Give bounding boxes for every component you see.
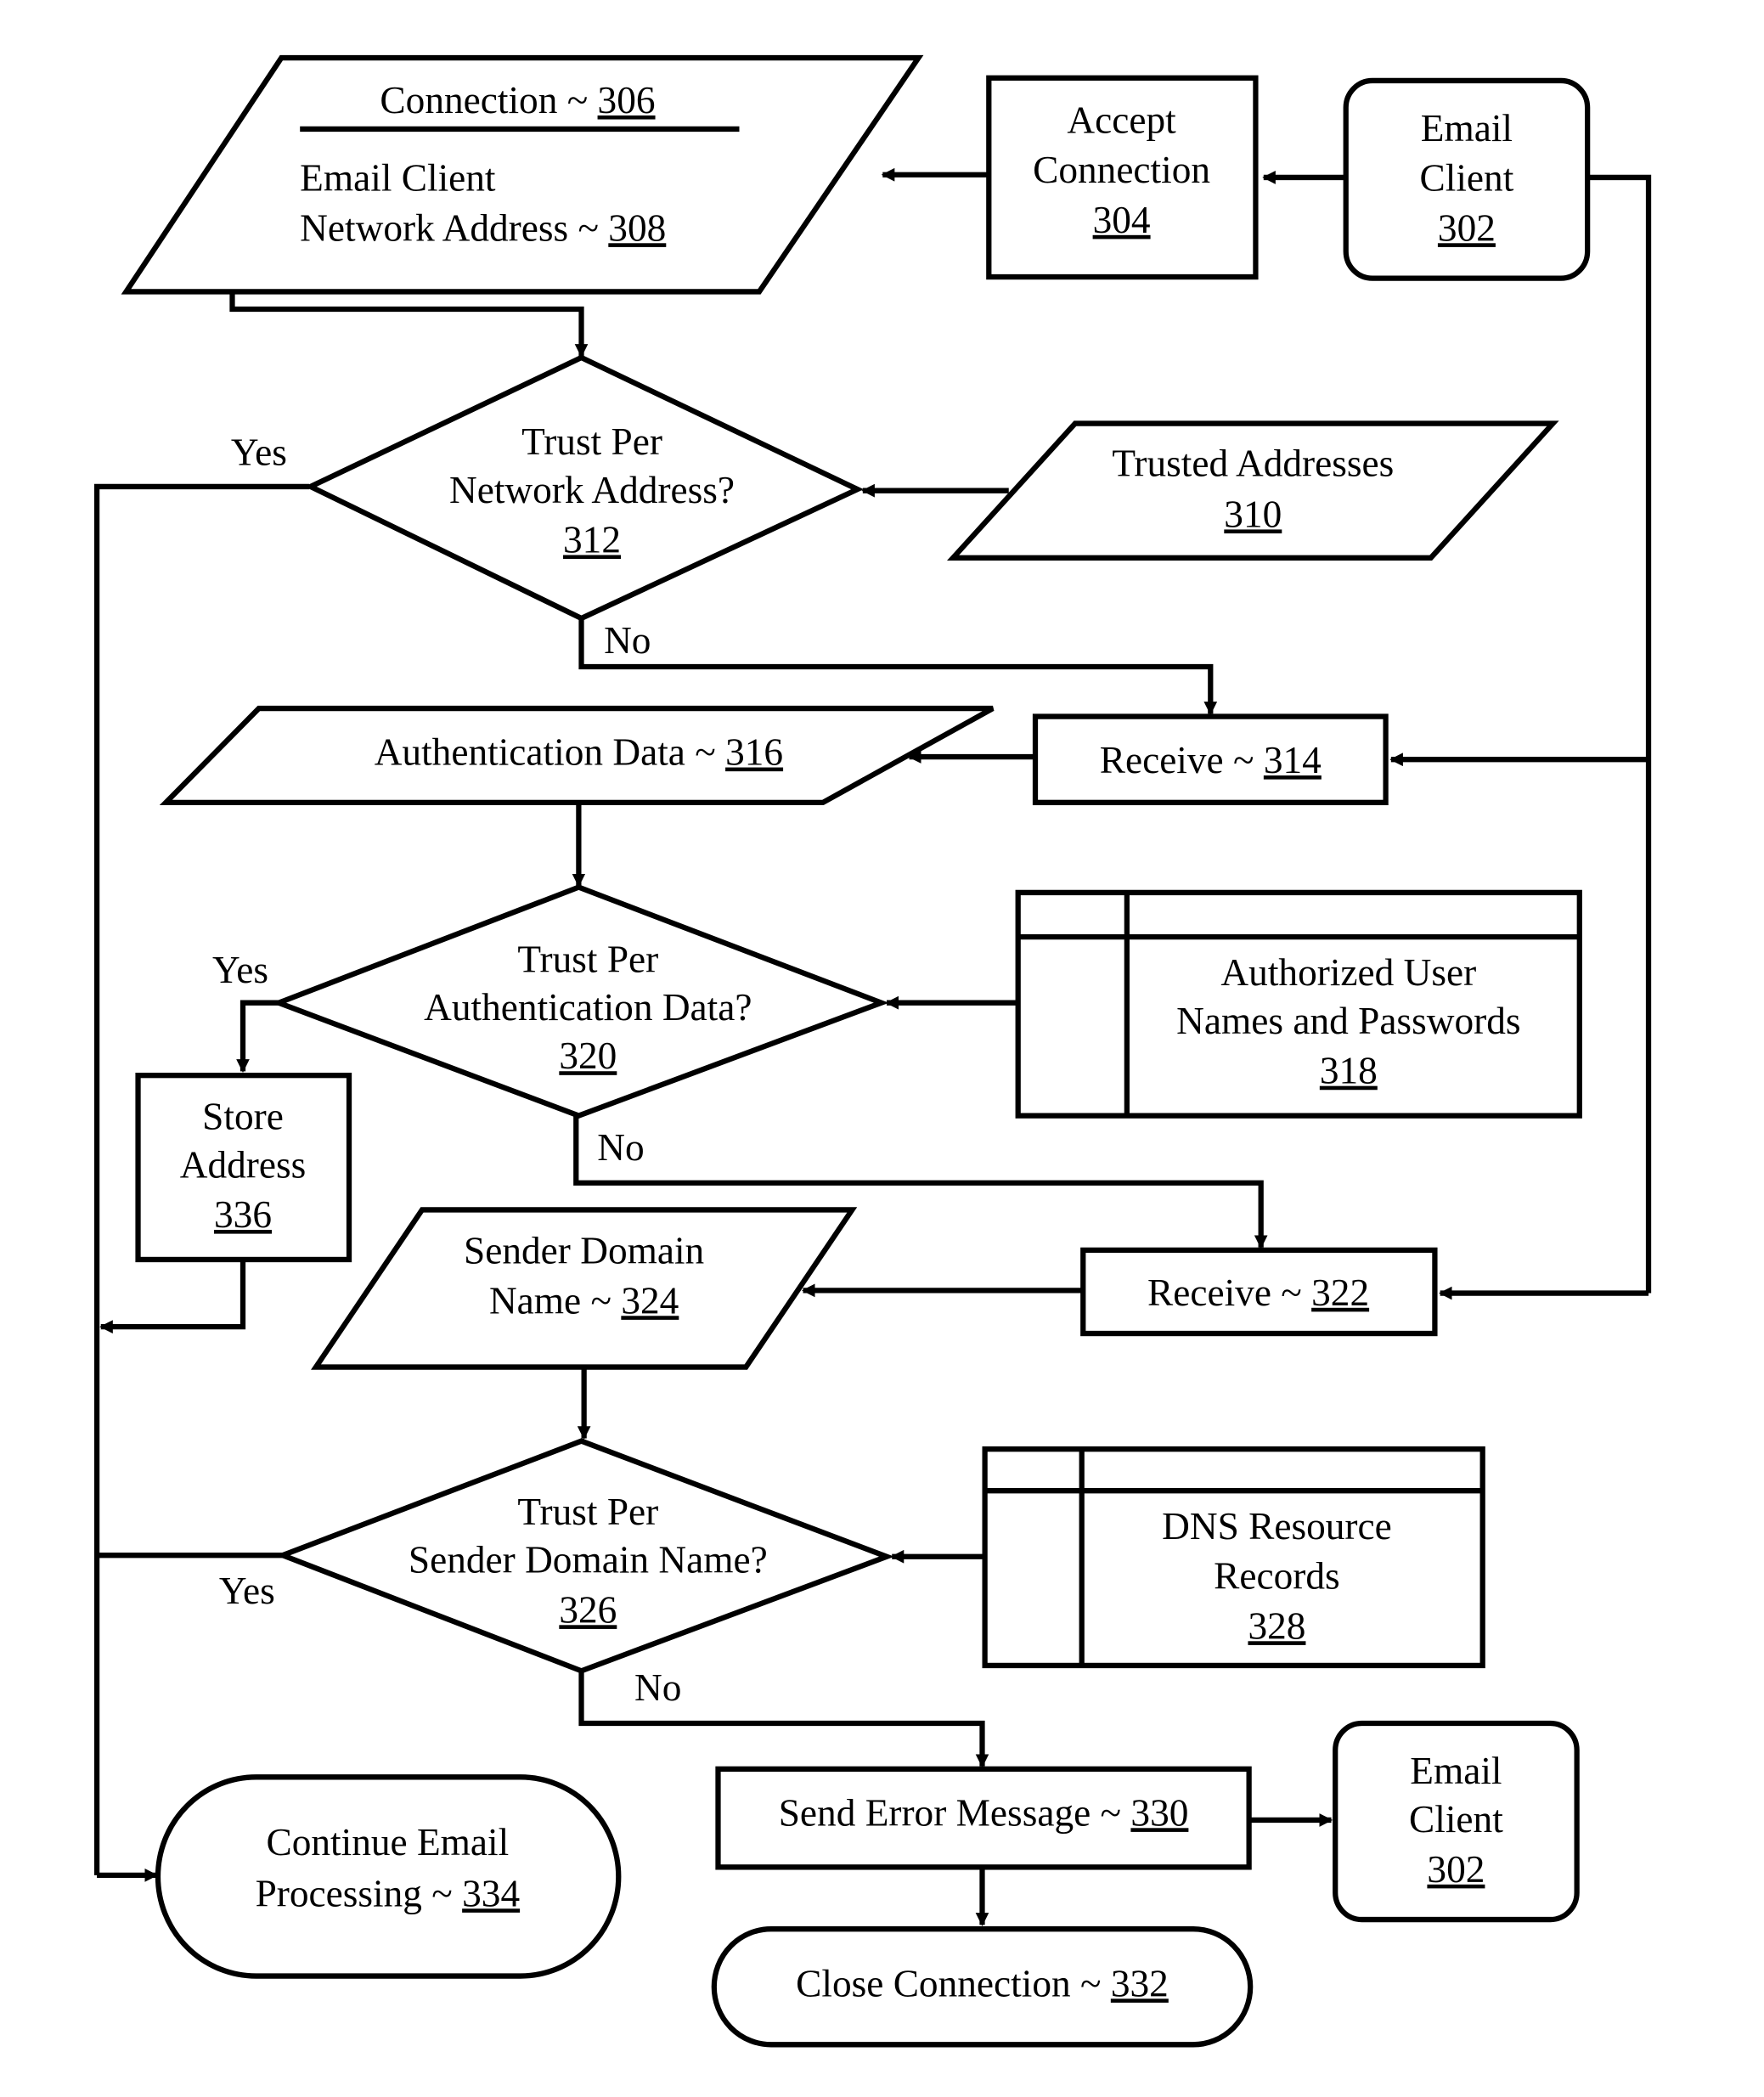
- decision-320-label-1: Trust Per: [517, 937, 658, 980]
- ref-320: 320: [559, 1034, 617, 1077]
- ref-322: 322: [1311, 1271, 1369, 1314]
- email-client-bottom-label-2: Client: [1409, 1797, 1503, 1841]
- receive-322-node[interactable]: Receive ~ 322: [1080, 1247, 1438, 1337]
- decision-312-label-1: Trust Per: [521, 420, 662, 463]
- authorized-users-label-2: Names and Passwords: [1176, 999, 1520, 1042]
- decision-trust-sender-domain[interactable]: Trust Per Sender Domain Name? 326: [275, 1438, 894, 1674]
- ref-312: 312: [563, 517, 621, 561]
- ref-318: 318: [1320, 1048, 1378, 1091]
- email-client-bottom-label-1: Email: [1410, 1749, 1502, 1792]
- email-client-top-node[interactable]: Email Client 302: [1343, 77, 1591, 281]
- ref-310: 310: [1224, 492, 1282, 535]
- svg-text:Receive ~ 314: Receive ~ 314: [1100, 738, 1322, 781]
- connection-data-node[interactable]: Connection ~ 306 Email Client Network Ad…: [121, 54, 924, 295]
- decision-320-label-2: Authentication Data?: [424, 985, 752, 1029]
- accept-label-2: Connection: [1033, 148, 1210, 191]
- ref-306: 306: [598, 78, 656, 121]
- svg-text:Receive ~ 322: Receive ~ 322: [1147, 1271, 1369, 1314]
- svg-text:Connection ~ 306: Connection ~ 306: [380, 78, 655, 121]
- ref-326: 326: [559, 1587, 617, 1631]
- receive-314-label: Receive ~: [1100, 738, 1264, 781]
- connection-title: Connection ~: [380, 78, 597, 121]
- store-address-label-2: Address: [180, 1142, 307, 1186]
- email-client-bottom-node[interactable]: Email Client 302: [1333, 1720, 1580, 1923]
- svg-text:Send Error Message ~ 330: Send Error Message ~ 330: [779, 1790, 1189, 1834]
- flowchart: Connection ~ 306 Email Client Network Ad…: [93, 54, 1652, 2048]
- ref-316: 316: [725, 730, 783, 773]
- continue-email-processing-terminal[interactable]: Continue Email Processing ~ 334: [155, 1774, 622, 1979]
- receive-322-label: Receive ~: [1147, 1271, 1311, 1314]
- email-client-label: Email Client: [300, 155, 496, 199]
- email-client-top-label-1: Email: [1421, 106, 1513, 149]
- ref-302-bottom: 302: [1427, 1847, 1485, 1891]
- decision-trust-network-address[interactable]: Trust Per Network Address? 312: [304, 354, 864, 622]
- authorized-users-label-1: Authorized User: [1220, 950, 1476, 994]
- ref-304: 304: [1093, 198, 1151, 241]
- arrow-312-no-to-314: [578, 618, 1218, 715]
- yes-label-320: Yes: [212, 948, 268, 991]
- no-label-312: No: [604, 618, 651, 662]
- ref-336: 336: [214, 1192, 272, 1236]
- dns-records-datastore[interactable]: DNS Resource Records 328: [982, 1446, 1485, 1669]
- svg-text:Processing ~ 334: Processing ~ 334: [256, 1871, 521, 1914]
- dns-records-label-1: DNS Resource: [1162, 1504, 1392, 1547]
- decision-trust-authentication-data[interactable]: Trust Per Authentication Data? 320: [271, 884, 889, 1119]
- svg-text:Close Connection ~ 332: Close Connection ~ 332: [796, 1961, 1169, 2004]
- ref-324: 324: [621, 1278, 679, 1322]
- no-label-326: No: [634, 1666, 681, 1709]
- trusted-addresses-label: Trusted Addresses: [1112, 441, 1394, 484]
- ref-334: 334: [462, 1871, 520, 1914]
- arrow-336-to-yes-bus: [99, 1259, 246, 1334]
- arrow-320-yes-to-336: [236, 1000, 279, 1073]
- store-address-node[interactable]: Store Address 336: [135, 1072, 352, 1263]
- decision-326-label-1: Trust Per: [517, 1490, 658, 1533]
- sender-domain-label-2: Name ~: [489, 1278, 621, 1322]
- sender-domain-label-1: Sender Domain: [464, 1228, 704, 1271]
- decision-326-label-2: Sender Domain Name?: [409, 1537, 768, 1581]
- send-error-message-node[interactable]: Send Error Message ~ 330: [715, 1766, 1252, 1870]
- email-client-top-label-2: Client: [1420, 155, 1514, 199]
- svg-text:Authentication Data ~ 316: Authentication Data ~ 316: [375, 730, 783, 773]
- continue-label-1: Continue Email: [266, 1820, 509, 1863]
- store-address-label-1: Store: [202, 1094, 284, 1137]
- ref-330: 330: [1130, 1790, 1188, 1834]
- close-connection-terminal[interactable]: Close Connection ~ 332: [711, 1925, 1254, 2048]
- dns-records-label-2: Records: [1214, 1553, 1340, 1597]
- receive-314-node[interactable]: Receive ~ 314: [1032, 713, 1389, 806]
- ref-328: 328: [1248, 1604, 1305, 1647]
- ref-314: 314: [1264, 738, 1322, 781]
- decision-312-label-2: Network Address?: [449, 468, 735, 511]
- network-address-label: Network Address ~: [300, 206, 608, 249]
- close-connection-label: Close Connection ~: [796, 1961, 1111, 2004]
- svg-text:Name ~ 324: Name ~ 324: [489, 1278, 679, 1322]
- accept-connection-node[interactable]: Accept Connection 304: [986, 75, 1259, 280]
- continue-label-2: Processing ~: [256, 1871, 463, 1914]
- auth-data-label: Authentication Data ~: [375, 730, 725, 773]
- ref-332: 332: [1111, 1961, 1169, 2004]
- ref-302-top: 302: [1438, 206, 1496, 249]
- svg-text:Network Address ~ 308: Network Address ~ 308: [300, 206, 666, 249]
- yes-label-312: Yes: [231, 430, 287, 473]
- yes-label-326: Yes: [219, 1569, 275, 1612]
- authentication-data-node[interactable]: Authentication Data ~ 316: [159, 705, 995, 806]
- authorized-users-datastore[interactable]: Authorized User Names and Passwords 318: [1015, 889, 1582, 1119]
- trusted-addresses-data-node[interactable]: Trusted Addresses 310: [946, 420, 1559, 561]
- svg-text:Email Client: Email Client: [300, 155, 496, 199]
- no-label-320: No: [597, 1125, 644, 1169]
- accept-label-1: Accept: [1067, 98, 1176, 141]
- ref-308: 308: [608, 206, 666, 249]
- send-error-label: Send Error Message ~: [779, 1790, 1131, 1834]
- sender-domain-name-node[interactable]: Sender Domain Name ~ 324: [311, 1207, 858, 1370]
- line-client-right-bus: [1588, 174, 1652, 1294]
